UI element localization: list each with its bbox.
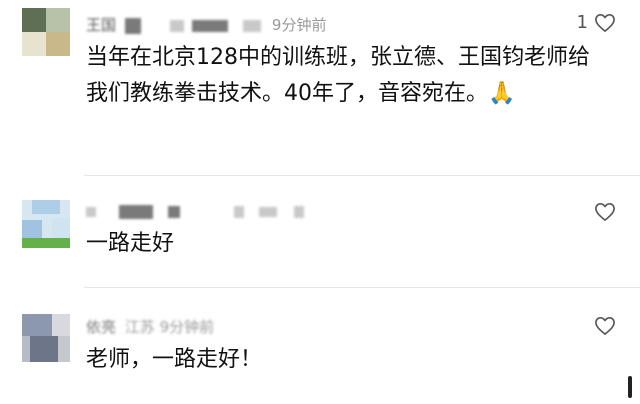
comment-item: 王国 9分钟前 1 当年在北京128中的训练班，张立德、王国钧老师给我们教练拳击… bbox=[0, 0, 640, 176]
comment-text: 老师，一路走好！ bbox=[86, 347, 263, 372]
redacted-location bbox=[259, 206, 278, 217]
heart-outline-icon bbox=[594, 13, 616, 33]
scrollbar[interactable] bbox=[628, 376, 632, 398]
comment-text: 一路走好 bbox=[86, 231, 175, 256]
like-button[interactable]: 1 bbox=[577, 12, 616, 33]
comment-meta bbox=[86, 202, 304, 224]
avatar[interactable] bbox=[22, 314, 70, 362]
like-button[interactable] bbox=[594, 202, 616, 222]
comment-time: 江苏 9分钟前 bbox=[124, 318, 215, 336]
username[interactable]: 王国 bbox=[86, 16, 116, 34]
redacted-location bbox=[293, 205, 304, 218]
heart-outline-icon bbox=[594, 316, 616, 336]
avatar[interactable] bbox=[22, 8, 70, 56]
comment-meta: 依亮 江苏 9分钟前 bbox=[86, 316, 214, 338]
redacted-username bbox=[167, 205, 180, 218]
redacted-username bbox=[124, 17, 141, 34]
like-button[interactable] bbox=[594, 316, 616, 336]
redacted-location bbox=[169, 19, 184, 32]
username[interactable]: 依亮 bbox=[86, 318, 116, 336]
comment-item: 一路走好 bbox=[0, 176, 640, 288]
redacted-username bbox=[86, 206, 96, 217]
redacted-location bbox=[243, 19, 262, 32]
avatar[interactable] bbox=[22, 200, 70, 248]
redacted-location bbox=[192, 19, 229, 32]
comment-meta: 王国 9分钟前 bbox=[86, 14, 326, 36]
redacted-location bbox=[234, 205, 245, 218]
comment-text: 当年在北京128中的训练班，张立德、王国钧老师给我们教练拳击技术。40年了，音容… bbox=[86, 45, 590, 106]
redacted-username bbox=[118, 204, 153, 219]
comment-time: 9分钟前 bbox=[271, 16, 327, 34]
comment-item: 依亮 江苏 9分钟前 老师，一路走好！ bbox=[0, 288, 640, 404]
heart-outline-icon bbox=[594, 202, 616, 222]
like-count: 1 bbox=[576, 12, 588, 33]
